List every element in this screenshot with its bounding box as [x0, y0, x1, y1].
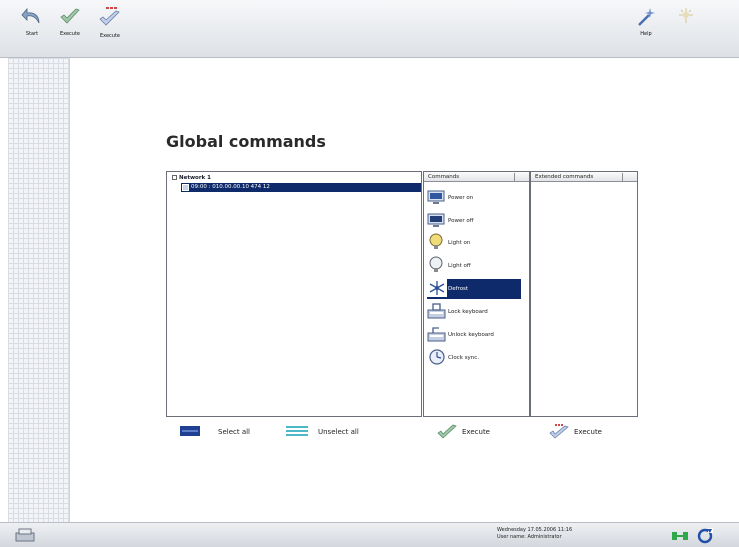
monitor-power-on-icon	[427, 190, 445, 204]
toolbar: Start Execute Execute Help	[0, 0, 739, 58]
command-label: Light off	[448, 263, 471, 269]
command-unlock-keyboard[interactable]: Unlock keyboard	[427, 325, 521, 345]
status-bar: Wednesday 17.05.2006 11:16 User name: Ad…	[0, 522, 739, 547]
execute-all-icon	[549, 424, 569, 439]
execute-all-action-label: Execute	[574, 428, 602, 436]
refresh-icon[interactable]	[696, 527, 714, 545]
select-all-label: Select all	[218, 428, 250, 436]
help-wand-icon	[638, 8, 655, 26]
date-line: Wednesday 17.05.2006 11:16	[497, 527, 573, 533]
network-tree-panel: Network 1 09:00 : 010.00.00.10 474 12	[166, 171, 422, 417]
extended-header-label: Extended commands	[535, 174, 594, 180]
extended-commands-column-header[interactable]: Extended commands	[531, 172, 637, 182]
back-arrow-icon	[21, 7, 40, 24]
connection-icon	[672, 532, 688, 540]
execute-button[interactable]: Execute	[48, 6, 92, 37]
checkmark-icon	[437, 424, 457, 439]
extended-commands-panel: Extended commands	[530, 171, 638, 417]
command-power-on[interactable]: Power on	[427, 188, 521, 208]
unselect-all-button[interactable]: Unselect all	[286, 424, 376, 440]
tree-device-node[interactable]: 09:00 : 010.00.00.10 474 12	[181, 183, 421, 192]
keyboard-lock-icon	[427, 303, 446, 319]
command-light-on[interactable]: Light on	[427, 233, 521, 253]
commands-column-header[interactable]: Commands	[424, 172, 529, 182]
clock-icon	[429, 349, 445, 365]
command-label: Lock keyboard	[448, 309, 488, 315]
help-label: Help	[640, 31, 652, 37]
printer-icon[interactable]	[14, 527, 36, 543]
network-label: Network 1	[179, 175, 211, 181]
wizard-icon	[679, 8, 693, 23]
select-all-icon	[180, 426, 200, 436]
checkmark-icon	[60, 8, 80, 24]
lightbulb-off-icon	[429, 256, 443, 272]
status-datetime: Wednesday 17.05.2006 11:16 User name: Ad…	[497, 527, 572, 541]
column-separator	[622, 173, 623, 181]
snowflake-icon	[427, 279, 447, 297]
command-lock-keyboard[interactable]: Lock keyboard	[427, 302, 521, 322]
execute-all-label: Execute	[100, 33, 120, 39]
expand-toggle-icon[interactable]	[172, 175, 177, 180]
command-label: Unlock keyboard	[448, 332, 494, 338]
tree-network-node[interactable]: Network 1	[172, 175, 211, 181]
command-label: Clock sync.	[448, 355, 480, 361]
execute-all-icon	[99, 7, 120, 26]
execute-all-action-button[interactable]: Execute	[548, 424, 618, 440]
command-label: Light on	[448, 240, 471, 246]
monitor-power-off-icon	[427, 213, 445, 227]
device-label: 09:00 : 010.00.00.10 474 12	[191, 184, 270, 190]
command-label: Power on	[448, 195, 474, 201]
commands-panel: Commands Power on Power off Light on Lig…	[423, 171, 530, 417]
command-clock-sync[interactable]: Clock sync.	[427, 348, 521, 368]
command-light-off[interactable]: Light off	[427, 256, 521, 276]
command-label: Defrost	[448, 286, 469, 292]
commands-header-label: Commands	[428, 174, 460, 180]
user-line: User name: Administrator	[497, 534, 562, 540]
unselect-all-icon	[286, 426, 308, 436]
unselect-all-label: Unselect all	[318, 428, 359, 436]
keyboard-unlock-icon	[427, 327, 446, 342]
help-button[interactable]: Help	[624, 6, 668, 37]
command-power-off[interactable]: Power off	[427, 211, 521, 231]
device-icon	[182, 184, 189, 191]
select-all-button[interactable]: Select all	[180, 424, 260, 440]
execute-all-button[interactable]: Execute	[88, 6, 132, 39]
execute-action-button[interactable]: Execute	[436, 424, 506, 440]
column-separator	[514, 173, 515, 181]
lightbulb-on-icon	[429, 233, 443, 249]
command-label: Power off	[448, 218, 474, 224]
command-defrost[interactable]: Defrost	[427, 279, 521, 299]
left-grid-panel	[8, 58, 70, 522]
execute-label: Execute	[60, 31, 80, 37]
execute-action-label: Execute	[462, 428, 490, 436]
page-title: Global commands	[166, 132, 326, 151]
wizard-button[interactable]	[664, 6, 708, 28]
